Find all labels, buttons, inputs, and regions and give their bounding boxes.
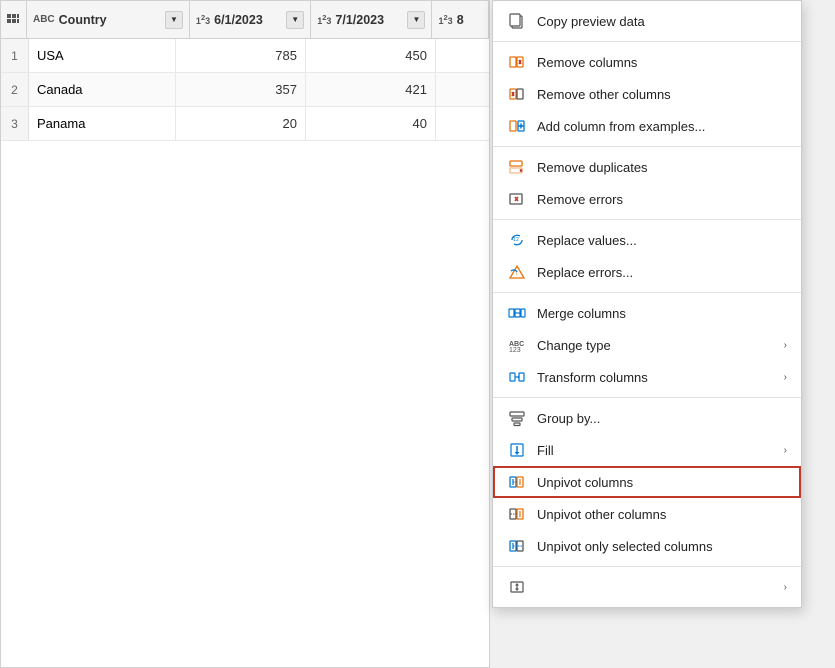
cell-country-1: USA: [29, 39, 176, 72]
remove-columns-icon: [507, 52, 527, 72]
cell-v2-1: 450: [306, 39, 436, 72]
menu-item-unpivot-other-columns[interactable]: Unpivot other columns: [493, 498, 801, 530]
copy-preview-icon: [507, 11, 527, 31]
remove-errors-icon: [507, 189, 527, 209]
menu-item-add-column-examples[interactable]: Add column from examples...: [493, 110, 801, 142]
svg-text:!: !: [516, 272, 517, 278]
col-type-icon-date1: 123: [196, 13, 210, 26]
svg-text:123: 123: [509, 347, 521, 354]
remove-duplicates-icon: [507, 157, 527, 177]
svg-text:2: 2: [516, 237, 519, 243]
add-column-examples-label: Add column from examples...: [537, 119, 787, 134]
transform-columns-label: Transform columns: [537, 370, 774, 385]
row-num-header: [1, 1, 27, 38]
divider-2: [493, 146, 801, 147]
fill-icon: [507, 440, 527, 460]
add-column-examples-icon: [507, 116, 527, 136]
unpivot-columns-icon: [507, 472, 527, 492]
divider-1: [493, 41, 801, 42]
cell-country-3: Panama: [29, 107, 176, 140]
change-type-label: Change type: [537, 338, 774, 353]
change-type-arrow: ›: [784, 340, 787, 351]
col-label-country: Country: [59, 13, 161, 27]
unpivot-other-columns-icon: [507, 504, 527, 524]
change-type-icon: ABC 123: [507, 335, 527, 355]
replace-errors-icon: !: [507, 262, 527, 282]
unpivot-only-selected-icon: [507, 536, 527, 556]
row-number-1: 1: [1, 39, 29, 72]
cell-v2-2: 421: [306, 73, 436, 106]
menu-item-unpivot-only-selected[interactable]: Unpivot only selected columns: [493, 530, 801, 562]
context-menu: Copy preview data Remove columns Remove …: [492, 0, 802, 608]
fill-arrow: ›: [784, 445, 787, 456]
copy-preview-label: Copy preview data: [537, 14, 787, 29]
col-label-date2: 7/1/2023: [335, 13, 403, 27]
merge-columns-icon: [507, 303, 527, 323]
group-by-label: Group by...: [537, 411, 787, 426]
group-by-icon: [507, 408, 527, 428]
replace-values-label: Replace values...: [537, 233, 787, 248]
menu-item-remove-duplicates[interactable]: Remove duplicates: [493, 151, 801, 183]
row-number-2: 2: [1, 73, 29, 106]
row-number-3: 3: [1, 107, 29, 140]
cell-country-2: Canada: [29, 73, 176, 106]
divider-3: [493, 219, 801, 220]
menu-item-remove-other-columns[interactable]: Remove other columns: [493, 78, 801, 110]
cell-v1-2: 357: [176, 73, 306, 106]
col-header-date2: 123 7/1/2023 ▼: [311, 1, 432, 38]
replace-errors-label: Replace errors...: [537, 265, 787, 280]
col-label-date1: 6/1/2023: [214, 13, 282, 27]
col-header-date3: 123 8: [432, 1, 489, 38]
menu-item-move[interactable]: ›: [493, 571, 801, 603]
menu-item-merge-columns[interactable]: Merge columns: [493, 297, 801, 329]
remove-columns-label: Remove columns: [537, 55, 787, 70]
fill-label: Fill: [537, 443, 774, 458]
menu-item-remove-columns[interactable]: Remove columns: [493, 46, 801, 78]
unpivot-only-selected-label: Unpivot only selected columns: [537, 539, 787, 554]
merge-columns-label: Merge columns: [537, 306, 787, 321]
cell-v1-1: 785: [176, 39, 306, 72]
move-arrow: ›: [784, 582, 787, 593]
unpivot-columns-label: Unpivot columns: [537, 475, 787, 490]
col-type-icon-date3: 123: [438, 13, 452, 26]
move-icon: [507, 577, 527, 597]
divider-4: [493, 292, 801, 293]
table-row: 2 Canada 357 421: [1, 73, 489, 107]
menu-item-remove-errors[interactable]: Remove errors: [493, 183, 801, 215]
remove-errors-label: Remove errors: [537, 192, 787, 207]
menu-item-fill[interactable]: Fill ›: [493, 434, 801, 466]
menu-item-unpivot-columns[interactable]: Unpivot columns: [493, 466, 801, 498]
unpivot-other-columns-label: Unpivot other columns: [537, 507, 787, 522]
transform-columns-icon: [507, 367, 527, 387]
menu-item-group-by[interactable]: Group by...: [493, 402, 801, 434]
menu-item-replace-values[interactable]: 1 2 Replace values...: [493, 224, 801, 256]
col-dropdown-date2[interactable]: ▼: [407, 11, 425, 29]
col-header-date1: 123 6/1/2023 ▼: [190, 1, 311, 38]
data-table: ABC Country ▼ 123 6/1/2023 ▼ 123 7/1/202…: [0, 0, 490, 668]
col-dropdown-country[interactable]: ▼: [165, 11, 183, 29]
divider-5: [493, 397, 801, 398]
col-type-icon-date2: 123: [317, 13, 331, 26]
remove-other-columns-icon: [507, 84, 527, 104]
cell-v1-3: 20: [176, 107, 306, 140]
divider-6: [493, 566, 801, 567]
remove-other-columns-label: Remove other columns: [537, 87, 787, 102]
table-header: ABC Country ▼ 123 6/1/2023 ▼ 123 7/1/202…: [1, 1, 489, 39]
col-dropdown-date1[interactable]: ▼: [286, 11, 304, 29]
table-row: 3 Panama 20 40: [1, 107, 489, 141]
menu-item-replace-errors[interactable]: ! Replace errors...: [493, 256, 801, 288]
menu-item-transform-columns[interactable]: Transform columns ›: [493, 361, 801, 393]
table-row: 1 USA 785 450: [1, 39, 489, 73]
replace-values-icon: 1 2: [507, 230, 527, 250]
col-type-icon-country: ABC: [33, 14, 55, 25]
grid-icon: [6, 13, 20, 27]
cell-v2-3: 40: [306, 107, 436, 140]
menu-item-change-type[interactable]: ABC 123 Change type ›: [493, 329, 801, 361]
col-header-country: ABC Country ▼: [27, 1, 190, 38]
col-label-date3: 8: [457, 13, 482, 27]
table-body: 1 USA 785 450 2 Canada 357 421 3 Panama …: [1, 39, 489, 141]
menu-item-copy-preview[interactable]: Copy preview data: [493, 5, 801, 37]
transform-columns-arrow: ›: [784, 372, 787, 383]
remove-duplicates-label: Remove duplicates: [537, 160, 787, 175]
